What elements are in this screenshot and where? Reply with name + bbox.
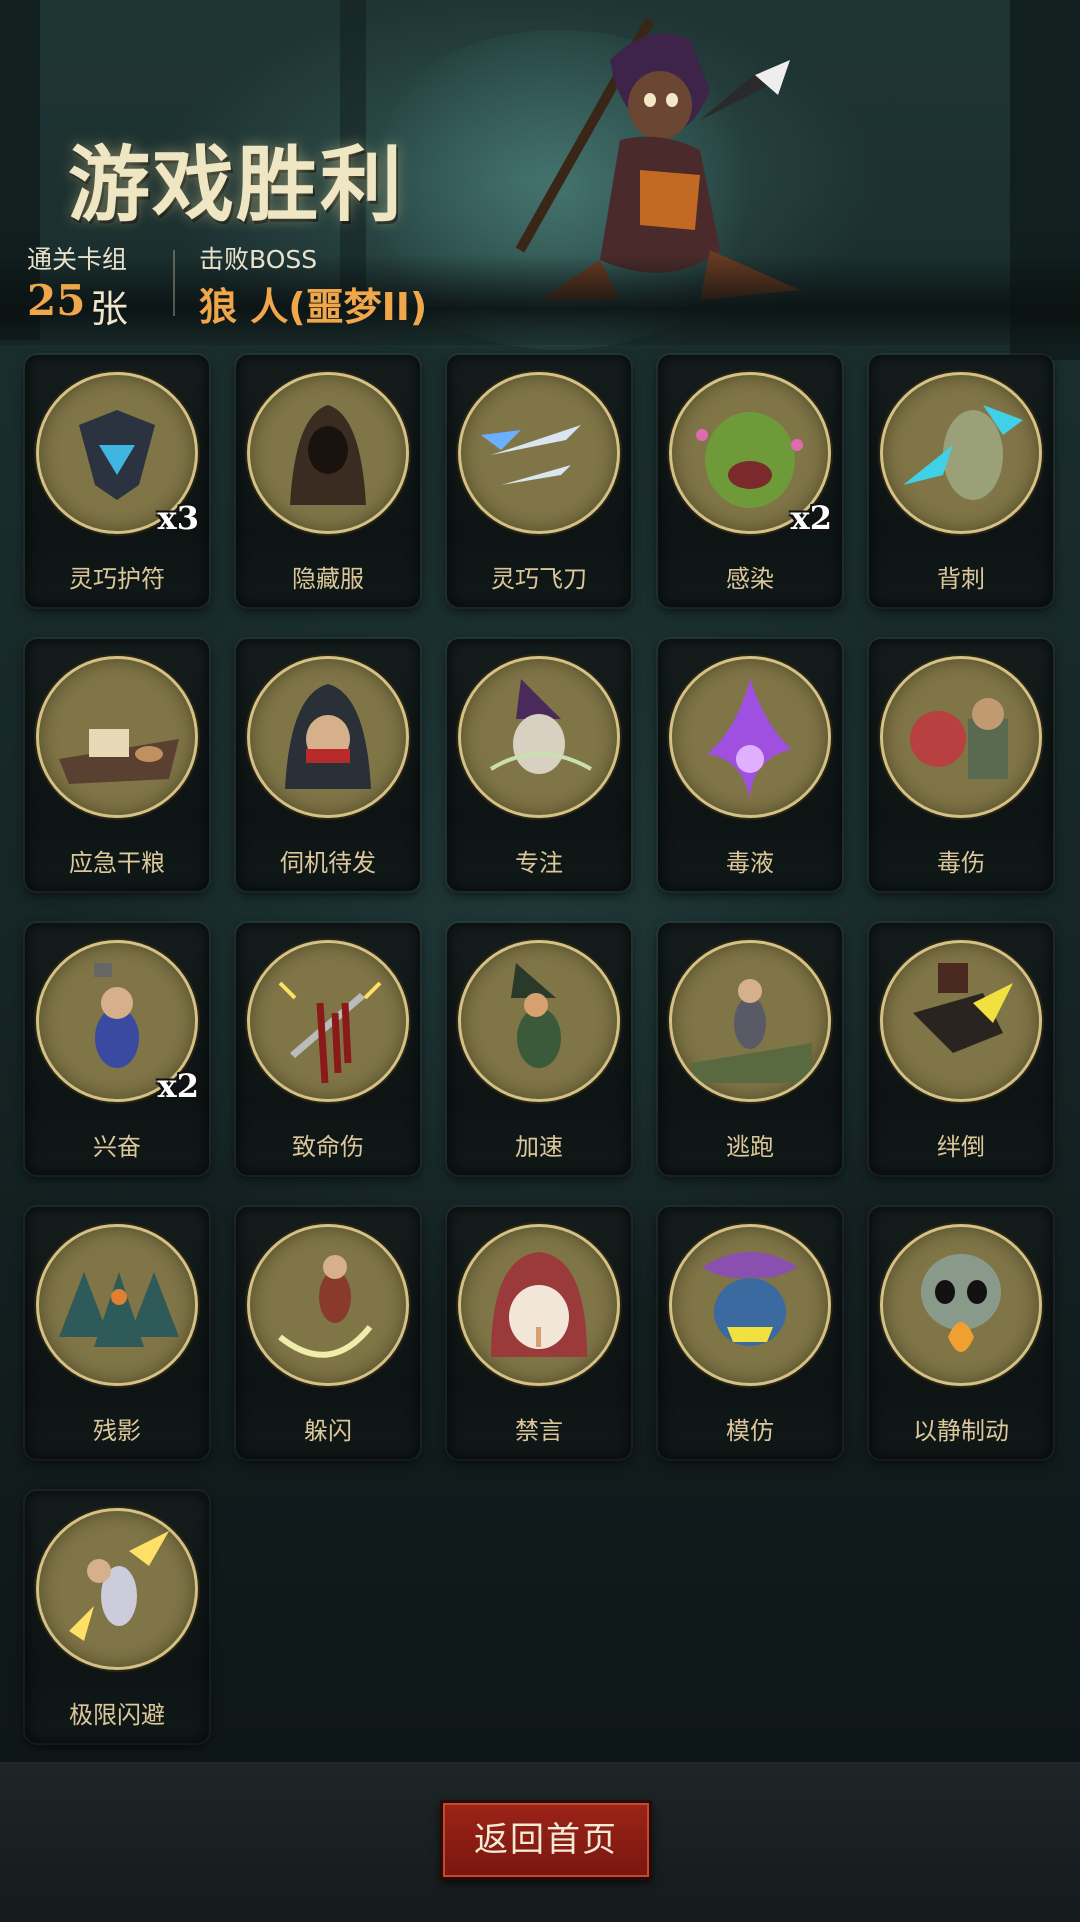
skill-card[interactable]: 绊倒 bbox=[869, 923, 1053, 1175]
skill-card[interactable]: 致命伤 bbox=[236, 923, 420, 1175]
skill-card[interactable]: 以静制动 bbox=[869, 1207, 1053, 1459]
card-name: 毒伤 bbox=[937, 849, 985, 877]
backstab-icon bbox=[883, 375, 1039, 531]
card-count-badge: x2 bbox=[157, 1067, 199, 1105]
stat-divider bbox=[173, 250, 175, 316]
skill-card[interactable]: x2 兴奋 bbox=[25, 923, 209, 1175]
card-name: 应急干粮 bbox=[69, 849, 165, 877]
skill-card[interactable]: 灵巧飞刀 bbox=[447, 355, 631, 607]
silence-icon bbox=[461, 1227, 617, 1383]
card-name: 灵巧飞刀 bbox=[491, 565, 587, 593]
card-name: 伺机待发 bbox=[280, 849, 376, 877]
card-name: 以静制动 bbox=[913, 1417, 1009, 1445]
victory-title: 游戏胜利 bbox=[68, 137, 405, 233]
mimic-goblin-icon bbox=[672, 1227, 828, 1383]
skill-card[interactable]: x2 感染 bbox=[658, 355, 842, 607]
boss-name: 狼 人(噩梦II) bbox=[199, 285, 428, 329]
fleeing-man-icon bbox=[672, 943, 828, 1099]
rations-icon bbox=[39, 659, 195, 815]
card-name: 绊倒 bbox=[937, 1133, 985, 1161]
wizard-icon bbox=[461, 659, 617, 815]
skill-card[interactable]: 伺机待发 bbox=[236, 639, 420, 891]
skill-card[interactable]: 残影 bbox=[25, 1207, 209, 1459]
bleeding-dagger-icon bbox=[250, 943, 406, 1099]
card-name: 致命伤 bbox=[292, 1133, 364, 1161]
return-home-button[interactable]: 返回首页 bbox=[440, 1800, 652, 1880]
extreme-dodge-icon bbox=[39, 1511, 195, 1667]
card-name: 躲闪 bbox=[304, 1417, 352, 1445]
header-shade bbox=[0, 255, 1080, 345]
skull-flame-icon bbox=[883, 1227, 1039, 1383]
boss-label: 击败BOSS bbox=[199, 245, 318, 274]
afterimage-icon bbox=[39, 1227, 195, 1383]
tentacle-poison-icon bbox=[883, 659, 1039, 815]
skill-card[interactable]: 逃跑 bbox=[658, 923, 842, 1175]
card-name: 毒液 bbox=[726, 849, 774, 877]
card-name: 加速 bbox=[515, 1133, 563, 1161]
card-count-badge: x2 bbox=[790, 499, 832, 537]
venom-splash-icon bbox=[672, 659, 828, 815]
skill-card[interactable]: 加速 bbox=[447, 923, 631, 1175]
card-name: 专注 bbox=[515, 849, 563, 877]
card-name: 背刺 bbox=[937, 565, 985, 593]
hooded-cloak-icon bbox=[250, 375, 406, 531]
skill-card[interactable]: 背刺 bbox=[869, 355, 1053, 607]
hooded-rogue-icon bbox=[250, 659, 406, 815]
card-name: 隐藏服 bbox=[292, 565, 364, 593]
card-name: 逃跑 bbox=[726, 1133, 774, 1161]
skill-card[interactable]: 毒伤 bbox=[869, 639, 1053, 891]
card-name: 兴奋 bbox=[93, 1133, 141, 1161]
skill-card[interactable]: 毒液 bbox=[658, 639, 842, 891]
skill-card[interactable]: 模仿 bbox=[658, 1207, 842, 1459]
running-witch-icon bbox=[461, 943, 617, 1099]
skill-card[interactable]: 极限闪避 bbox=[25, 1491, 209, 1743]
cleared-deck-unit: 张 bbox=[90, 287, 129, 331]
skill-card[interactable]: 隐藏服 bbox=[236, 355, 420, 607]
card-count-badge: x3 bbox=[157, 499, 199, 537]
card-name: 残影 bbox=[93, 1417, 141, 1445]
throwing-knives-icon bbox=[461, 375, 617, 531]
skill-card[interactable]: 专注 bbox=[447, 639, 631, 891]
card-name: 感染 bbox=[726, 565, 774, 593]
card-name: 极限闪避 bbox=[69, 1701, 165, 1729]
card-name: 模仿 bbox=[726, 1417, 774, 1445]
dodge-icon bbox=[250, 1227, 406, 1383]
trip-boot-icon bbox=[883, 943, 1039, 1099]
skill-card[interactable]: x3 灵巧护符 bbox=[25, 355, 209, 607]
card-name: 禁言 bbox=[515, 1417, 563, 1445]
cleared-deck-count: 25 bbox=[27, 276, 86, 325]
skill-card[interactable]: 应急干粮 bbox=[25, 639, 209, 891]
cleared-deck-label: 通关卡组 bbox=[27, 245, 128, 274]
skill-card[interactable]: 躲闪 bbox=[236, 1207, 420, 1459]
card-name: 灵巧护符 bbox=[69, 565, 165, 593]
skill-card[interactable]: 禁言 bbox=[447, 1207, 631, 1459]
